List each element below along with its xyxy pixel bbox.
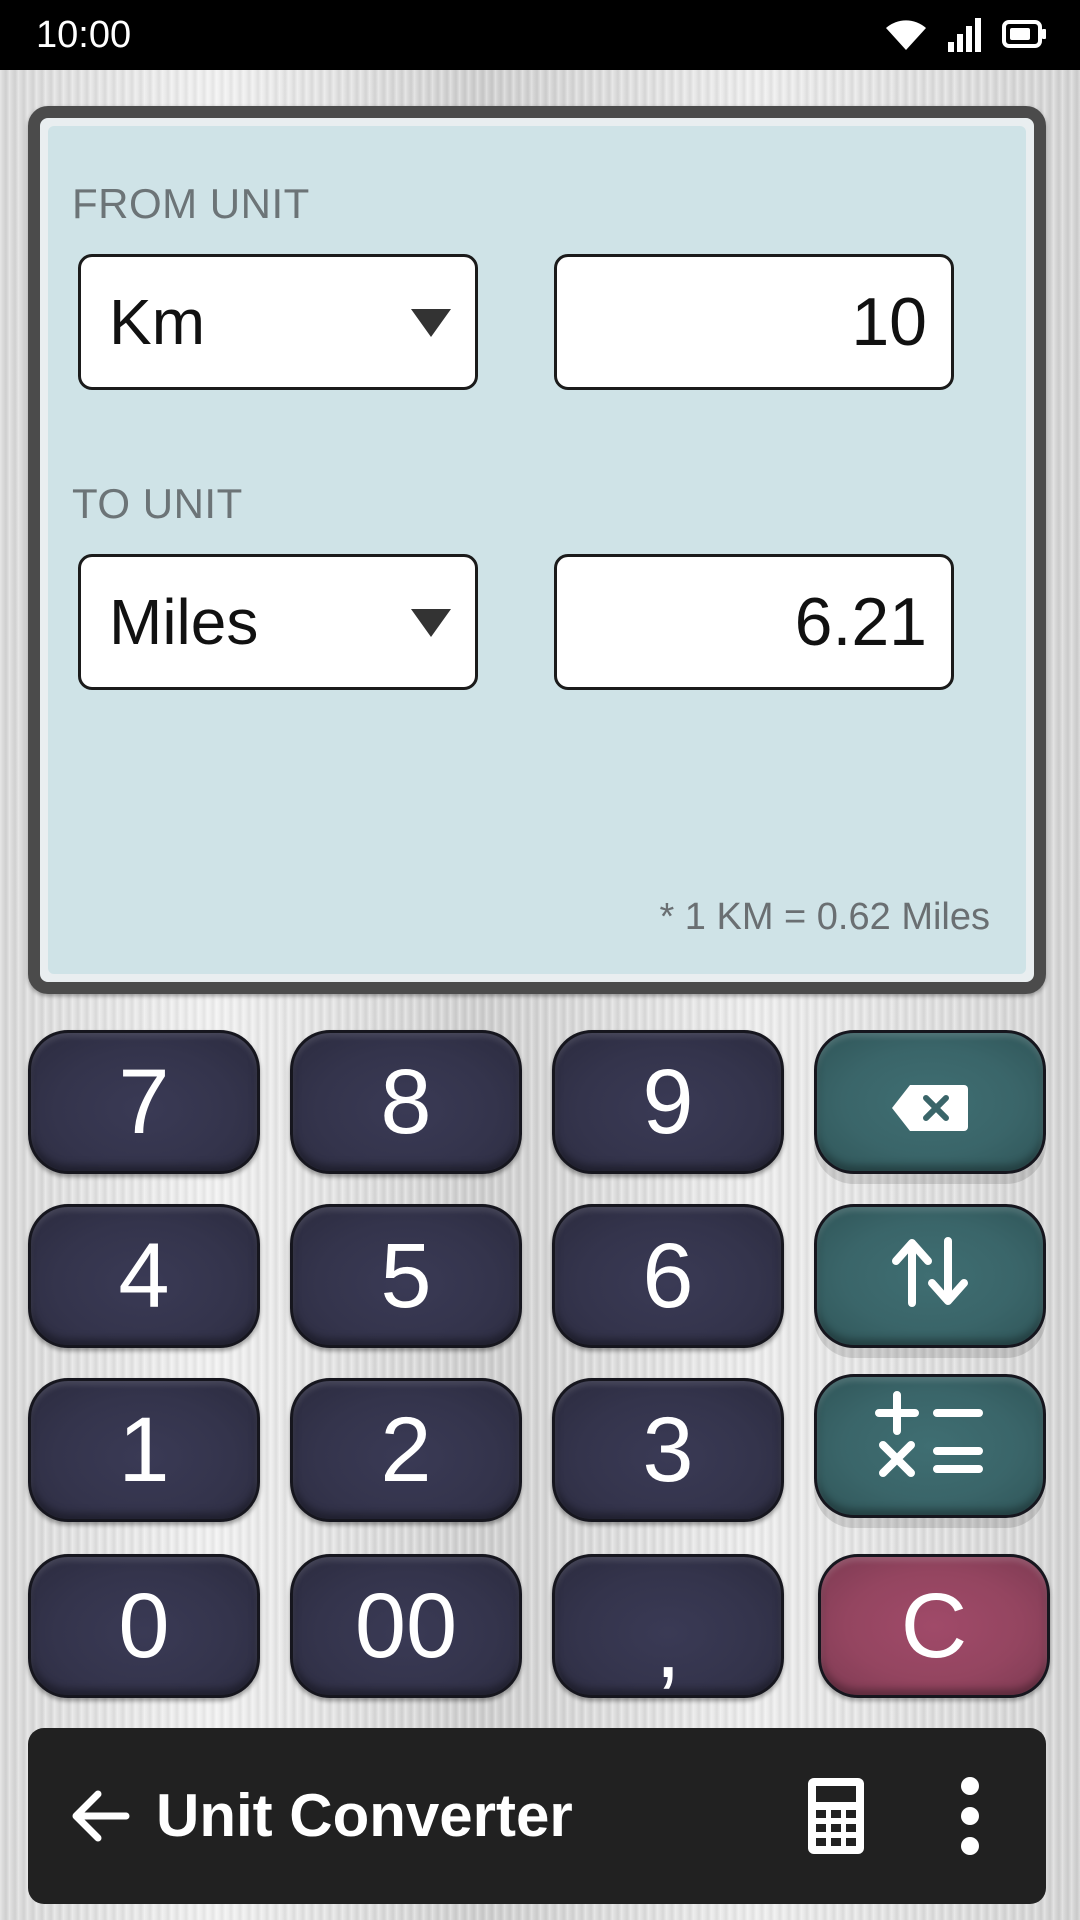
key-2[interactable]: 2 — [290, 1378, 522, 1522]
key-0[interactable]: 0 — [28, 1554, 260, 1698]
chevron-down-icon — [411, 309, 451, 337]
to-value-field[interactable]: 6.21 — [554, 554, 954, 690]
converter-display: FROM UNIT Km 10 TO UNIT Miles 6.21 * 1 K… — [28, 106, 1046, 994]
from-value-field[interactable]: 10 — [554, 254, 954, 390]
app-title: Unit Converter — [156, 1782, 573, 1849]
conversion-footnote: * 1 KM = 0.62 Miles — [659, 896, 990, 938]
to-unit-select[interactable]: Miles — [78, 554, 478, 690]
from-unit-value: Km — [109, 286, 205, 358]
wifi-icon — [884, 16, 928, 57]
keypad: 7 8 9 4 5 6 1 2 3 0 00 , C — [28, 1030, 1050, 1698]
to-value: 6.21 — [794, 584, 927, 660]
to-unit-value: Miles — [109, 586, 259, 658]
calculator-operators-button[interactable] — [814, 1374, 1046, 1518]
swap-units-button[interactable] — [814, 1204, 1046, 1348]
backspace-icon — [890, 1050, 970, 1155]
battery-icon — [1002, 19, 1048, 54]
operators-icon — [875, 1389, 985, 1503]
status-time: 10:00 — [36, 14, 132, 56]
status-bar: 10:00 — [0, 0, 1080, 70]
from-value: 10 — [851, 284, 927, 360]
key-comma[interactable]: , — [552, 1554, 784, 1698]
key-4[interactable]: 4 — [28, 1204, 260, 1348]
key-5[interactable]: 5 — [290, 1204, 522, 1348]
from-unit-select[interactable]: Km — [78, 254, 478, 390]
status-icons — [884, 14, 1048, 58]
key-1[interactable]: 1 — [28, 1378, 260, 1522]
more-vert-icon[interactable] — [958, 1776, 982, 1856]
signal-icon — [948, 16, 982, 57]
display-screen: FROM UNIT Km 10 TO UNIT Miles 6.21 * 1 K… — [48, 126, 1026, 974]
app-bar: Unit Converter — [28, 1728, 1046, 1904]
key-6[interactable]: 6 — [552, 1204, 784, 1348]
from-unit-label: FROM UNIT — [72, 180, 310, 227]
to-unit-label: TO UNIT — [72, 480, 243, 527]
key-9[interactable]: 9 — [552, 1030, 784, 1174]
back-arrow-icon[interactable] — [68, 1784, 132, 1848]
backspace-button[interactable] — [814, 1030, 1046, 1174]
key-7[interactable]: 7 — [28, 1030, 260, 1174]
clear-button[interactable]: C — [818, 1554, 1050, 1698]
calculator-icon[interactable] — [806, 1776, 866, 1856]
key-3[interactable]: 3 — [552, 1378, 784, 1522]
key-00[interactable]: 00 — [290, 1554, 522, 1698]
chevron-down-icon — [411, 609, 451, 637]
swap-icon — [890, 1224, 970, 1329]
key-8[interactable]: 8 — [290, 1030, 522, 1174]
